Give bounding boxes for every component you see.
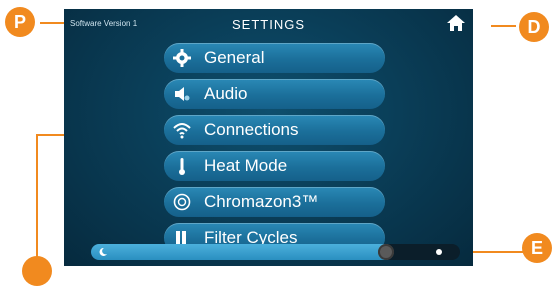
callout-p: P [5, 7, 35, 37]
brightness-fill [91, 244, 386, 260]
menu-item-heat-mode[interactable]: Heat Mode [164, 151, 385, 181]
speaker-icon [175, 87, 190, 101]
gear-icon [173, 49, 191, 67]
menu-item-chromazon3[interactable]: Chromazon3™ [164, 187, 385, 217]
sun-icon [436, 249, 442, 255]
callout-bracket-drop [36, 134, 38, 266]
menu-item-label: Audio [204, 84, 248, 103]
callout-line-d [491, 25, 516, 27]
wifi-icon [173, 123, 191, 139]
device-screen: Software Version 1 SETTINGS General Audi… [64, 9, 473, 266]
home-button[interactable] [445, 13, 467, 33]
menu-item-label: General [204, 48, 265, 67]
menu-item-label: Heat Mode [204, 156, 288, 175]
brightness-slider-handle[interactable] [378, 244, 394, 260]
color-wheel-icon [173, 193, 191, 211]
menu-item-label: Chromazon3™ [204, 192, 319, 211]
callout-unlabeled [22, 256, 52, 286]
moon-icon [99, 247, 107, 256]
home-icon [447, 15, 465, 31]
thermometer-icon [179, 158, 185, 175]
menu-item-connections[interactable]: Connections [164, 115, 385, 145]
brightness-slider[interactable] [91, 244, 460, 260]
menu-item-general[interactable]: General [164, 43, 385, 73]
menu-item-audio[interactable]: Audio [164, 79, 385, 109]
callout-e: E [522, 233, 552, 263]
page-title: SETTINGS [231, 17, 305, 32]
menu-item-label: Connections [204, 120, 299, 139]
callout-d: D [519, 12, 549, 42]
